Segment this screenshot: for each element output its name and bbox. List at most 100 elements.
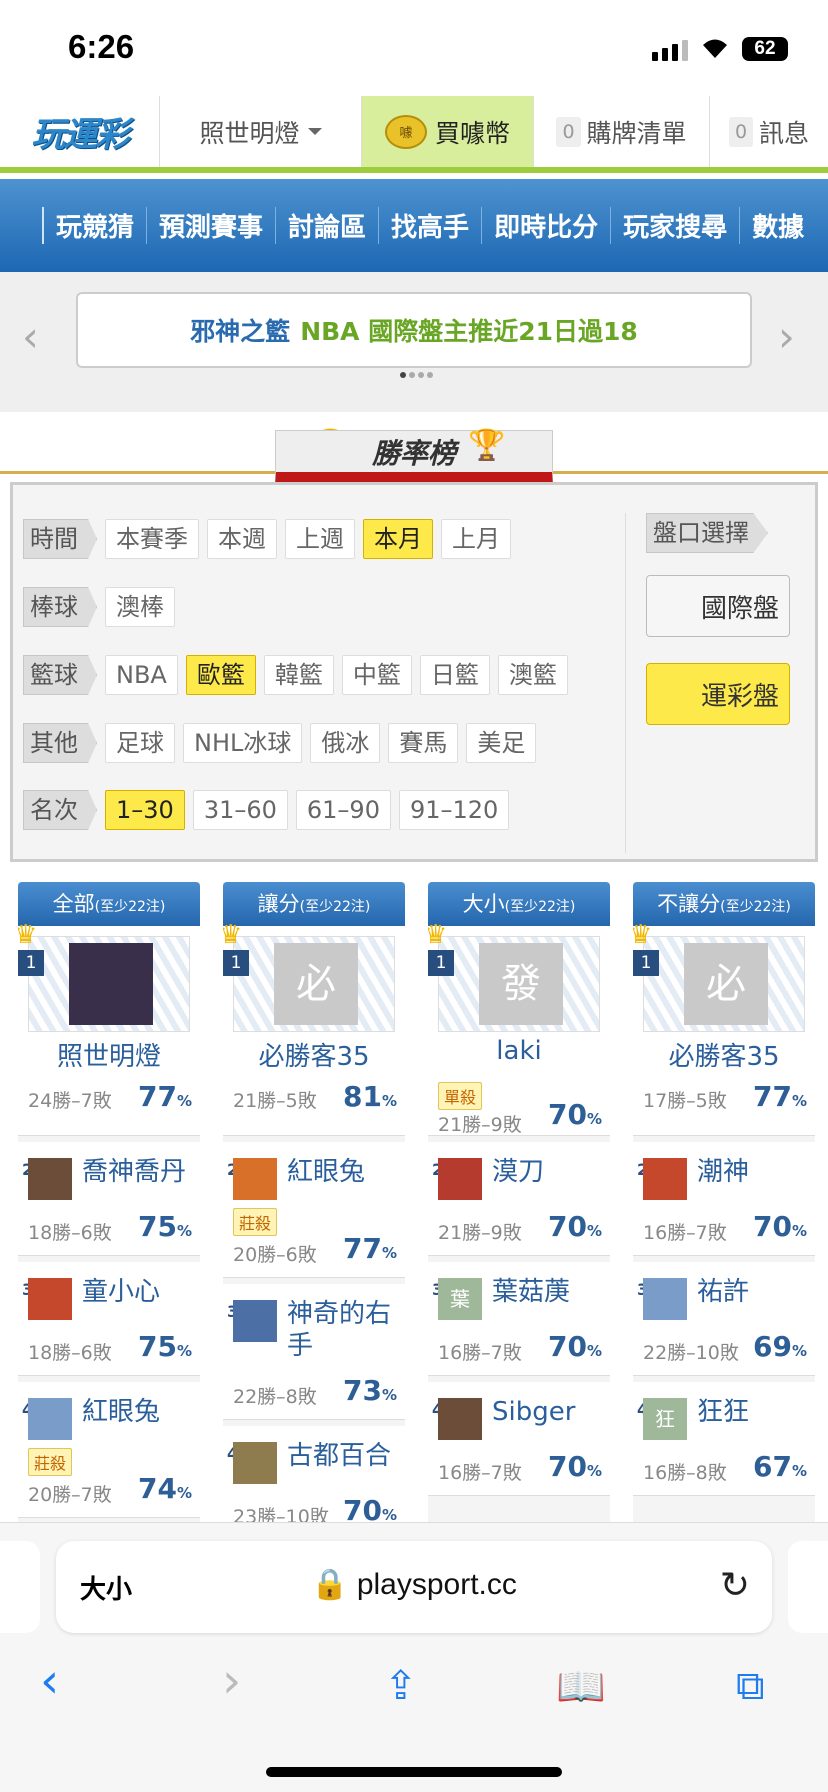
- win-loss-record: 16勝–7敗: [438, 1342, 522, 1364]
- player-name[interactable]: Sibger: [492, 1396, 606, 1428]
- filter-option[interactable]: 61–90: [295, 790, 391, 830]
- filter-option[interactable]: 31–60: [192, 790, 288, 830]
- cart-button[interactable]: 0 購牌清單: [534, 96, 710, 167]
- avatar: 必: [274, 943, 358, 1025]
- player-name[interactable]: 潮神: [697, 1156, 811, 1188]
- banner-author: 邪神之籃: [190, 317, 291, 346]
- list-item[interactable]: 3 祐許 22勝–10敗 69%: [633, 1262, 815, 1376]
- filter-option[interactable]: 澳棒: [105, 587, 175, 627]
- intl-market-button[interactable]: 國際盤: [646, 575, 790, 637]
- nav-item[interactable]: 找高手: [378, 207, 481, 244]
- player-name[interactable]: 神奇的右手: [287, 1298, 401, 1362]
- filter-option[interactable]: 澳籃: [497, 655, 568, 695]
- win-loss-record: 23勝–10敗: [233, 1506, 329, 1522]
- nav-item[interactable]: 數據: [739, 207, 816, 244]
- win-percentage: 70%: [548, 1098, 602, 1131]
- rank-badge: 1: [633, 950, 659, 976]
- tabs-icon[interactable]: ⧉: [736, 1663, 765, 1709]
- win-loss-record: 22勝–10敗: [643, 1342, 739, 1364]
- list-item[interactable]: 2 潮神 16勝–7敗 70%: [633, 1142, 815, 1256]
- clock: 6:26: [68, 28, 135, 65]
- signal-icon: [652, 40, 688, 61]
- player-name[interactable]: 喬神喬丹: [82, 1156, 196, 1188]
- chevron-left-icon[interactable]: ‹: [22, 312, 39, 361]
- player-name[interactable]: 照世明燈: [18, 1036, 200, 1073]
- list-item[interactable]: 2 喬神喬丹 18勝–6敗 75%: [18, 1142, 200, 1256]
- player-name[interactable]: 紅眼兔: [287, 1156, 401, 1188]
- filter-label: 名次: [23, 790, 97, 830]
- message-button[interactable]: 0 訊息: [710, 96, 828, 167]
- buy-coin-button[interactable]: 噱買噱幣: [362, 96, 534, 167]
- list-item[interactable]: 4 古都百合 23勝–10敗 70%: [223, 1426, 405, 1522]
- reload-icon[interactable]: ↻: [720, 1565, 750, 1606]
- top-player-card[interactable]: 發 ♛ 1 laki 單殺 21勝–9敗 70%: [428, 920, 610, 1136]
- nav-item[interactable]: 預測賽事: [146, 207, 275, 244]
- top-player-card[interactable]: ♛ 1 照世明燈 24勝–7敗 77%: [18, 920, 200, 1136]
- filter-option[interactable]: 賽馬: [388, 723, 459, 763]
- filter-option[interactable]: 本賽季: [105, 519, 199, 559]
- back-icon[interactable]: ‹: [40, 1653, 59, 1709]
- filter-option[interactable]: 韓籃: [263, 655, 334, 695]
- filter-option[interactable]: 足球: [105, 723, 175, 763]
- filter-option[interactable]: 俄冰: [310, 723, 381, 763]
- nav-item[interactable]: 討論區: [275, 207, 378, 244]
- chevron-right-icon[interactable]: ›: [778, 312, 795, 361]
- avatar: [28, 1278, 72, 1320]
- list-item[interactable]: 4 狂 狂狂 16勝–8敗 67%: [633, 1382, 815, 1496]
- column-header[interactable]: 全部(至少22注): [18, 882, 200, 926]
- bookmarks-icon[interactable]: 📖: [556, 1663, 606, 1710]
- filter-option[interactable]: 日籃: [419, 655, 490, 695]
- nav-item[interactable]: 玩家搜尋: [610, 207, 739, 244]
- list-item[interactable]: 3 葉 葉菇菮 16勝–7敗 70%: [428, 1262, 610, 1376]
- share-icon[interactable]: ⇪: [384, 1663, 418, 1709]
- address-bar[interactable]: 大小 🔒 playsport.cc ↻: [56, 1541, 772, 1633]
- player-name[interactable]: 童小心: [82, 1276, 196, 1308]
- column-header[interactable]: 不讓分(至少22注): [633, 882, 815, 926]
- player-name[interactable]: 漠刀: [492, 1156, 606, 1188]
- sports-lottery-button[interactable]: 運彩盤: [646, 663, 790, 725]
- banner-message[interactable]: 邪神之籃 NBA 國際盤主推近21日過18: [76, 292, 752, 368]
- forward-icon[interactable]: ›: [222, 1653, 241, 1709]
- filter-option[interactable]: 91–120: [398, 790, 510, 830]
- prev-tab-edge[interactable]: [0, 1541, 40, 1633]
- column-header[interactable]: 讓分(至少22注): [223, 882, 405, 926]
- player-name[interactable]: 狂狂: [697, 1396, 811, 1428]
- list-item[interactable]: 3 童小心 18勝–6敗 75%: [18, 1262, 200, 1376]
- filter-option[interactable]: NBA: [105, 655, 178, 695]
- filter-option[interactable]: 上月: [441, 519, 511, 559]
- player-name[interactable]: 葉菇菮: [492, 1276, 606, 1308]
- site-logo[interactable]: 玩運彩: [0, 96, 160, 167]
- column-header[interactable]: 大小(至少22注): [428, 882, 610, 926]
- player-name[interactable]: 紅眼兔: [82, 1396, 196, 1428]
- nav-item[interactable]: 玩競猜: [42, 207, 146, 244]
- filter-option[interactable]: NHL冰球: [183, 723, 303, 763]
- player-photo: 必: [643, 936, 805, 1032]
- top-player-card[interactable]: 必 ♛ 1 必勝客35 21勝–5敗 81%: [223, 920, 405, 1136]
- player-name[interactable]: laki: [428, 1036, 610, 1066]
- nav-item[interactable]: 即時比分: [481, 207, 610, 244]
- list-item[interactable]: 2 漠刀 21勝–9敗 70%: [428, 1142, 610, 1256]
- filter-option[interactable]: 本週: [207, 519, 277, 559]
- filter-row-time: 時間 本賽季 本週 上週 本月 上月: [23, 519, 511, 559]
- next-tab-edge[interactable]: [788, 1541, 828, 1633]
- filter-option-selected[interactable]: 歐籃: [185, 655, 256, 695]
- filter-option[interactable]: 美足: [466, 723, 537, 763]
- domain-text: playsport.cc: [356, 1568, 517, 1601]
- user-menu[interactable]: 照世明燈: [160, 96, 362, 167]
- ranking-column: 讓分(至少22注) 必 ♛ 1 必勝客35 21勝–5敗 81% 2 紅眼兔 莊…: [223, 882, 405, 1522]
- player-name[interactable]: 必勝客35: [633, 1036, 815, 1073]
- list-item[interactable]: 4 Sibger 16勝–7敗 70%: [428, 1382, 610, 1496]
- list-item[interactable]: 2 紅眼兔 莊殺 20勝–6敗 77%: [223, 1142, 405, 1278]
- player-name[interactable]: 祐許: [697, 1276, 811, 1308]
- filter-option-selected[interactable]: 1–30: [105, 790, 185, 830]
- win-percentage: 77%: [343, 1232, 397, 1265]
- player-name[interactable]: 必勝客35: [223, 1036, 405, 1073]
- filter-option[interactable]: 上週: [285, 519, 355, 559]
- top-player-card[interactable]: 必 ♛ 1 必勝客35 17勝–5敗 77%: [633, 920, 815, 1136]
- player-name[interactable]: 古都百合: [287, 1440, 401, 1472]
- column-note: (至少22注): [94, 899, 166, 915]
- list-item[interactable]: 4 紅眼兔 莊殺 20勝–7敗 74%: [18, 1382, 200, 1518]
- filter-option[interactable]: 中籃: [341, 655, 412, 695]
- filter-option-selected[interactable]: 本月: [363, 519, 433, 559]
- list-item[interactable]: 3 神奇的右手 22勝–8敗 73%: [223, 1284, 405, 1420]
